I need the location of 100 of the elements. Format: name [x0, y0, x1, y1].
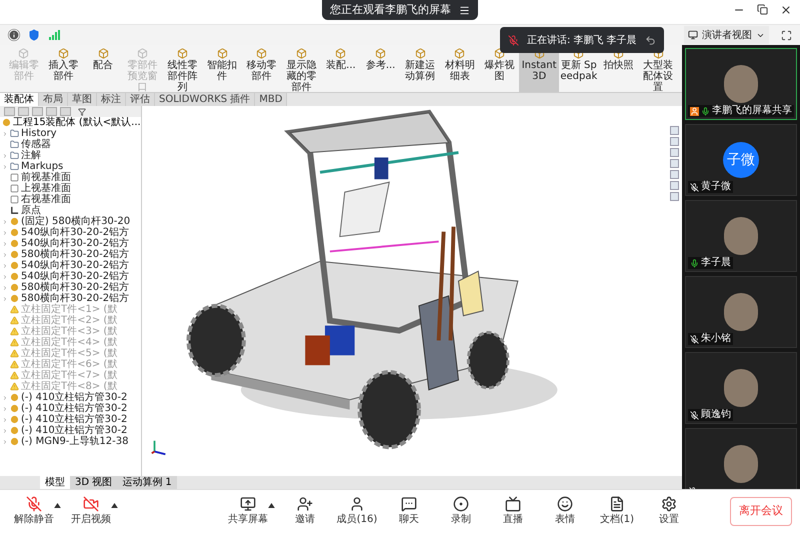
panel-tab-icon[interactable] — [60, 107, 71, 116]
tree-item[interactable]: 580横向杆30-20-2铝方 — [21, 293, 130, 304]
ribbon-tab[interactable]: 布局 — [39, 93, 68, 106]
expand-caret-icon[interactable] — [2, 274, 8, 280]
expand-caret-icon[interactable] — [2, 284, 8, 290]
tree-item[interactable]: 540纵向杆30-20-2铝方 — [21, 238, 130, 249]
expand-caret-icon[interactable] — [2, 230, 8, 236]
expand-caret-icon[interactable] — [2, 438, 8, 444]
toolbar-button[interactable]: 直播 — [487, 496, 539, 527]
panel-tab-icon[interactable] — [4, 107, 15, 116]
ribbon-button[interactable]: 参考... — [360, 45, 400, 92]
tree-item[interactable]: 540纵向杆30-20-2铝方 — [21, 227, 130, 238]
ribbon-button[interactable]: 移动零部件 — [242, 45, 282, 92]
ribbon-button[interactable]: 插入零部件 — [44, 45, 84, 92]
tree-item[interactable]: (-) 410立柱铝方管30-2 — [21, 392, 128, 403]
tree-item[interactable]: 580横向杆30-20-2铝方 — [21, 282, 130, 293]
restore-icon[interactable] — [757, 4, 768, 15]
participant-tile[interactable]: 李鹏飞的屏幕共享 — [685, 48, 797, 120]
ribbon-button[interactable]: 大型装配体设置 — [638, 45, 678, 92]
toolbar-button[interactable]: 开启视频 — [65, 496, 117, 527]
return-icon[interactable] — [644, 34, 656, 46]
menu-icon[interactable] — [459, 4, 470, 16]
expand-caret-icon[interactable] — [2, 130, 8, 136]
participant-tile[interactable] — [685, 428, 797, 489]
tree-item[interactable]: 540纵向杆30-20-2铝方 — [21, 260, 130, 271]
tree-item[interactable]: 注解 — [21, 150, 41, 161]
tree-item[interactable]: 540纵向杆30-20-2铝方 — [21, 271, 130, 282]
tree-item[interactable]: 前视基准面 — [21, 172, 71, 183]
tree-item[interactable]: (-) 410立柱铝方管30-2 — [21, 425, 128, 436]
close-icon[interactable] — [780, 4, 792, 16]
expand-caret-icon[interactable] — [2, 262, 8, 268]
tree-item[interactable]: (-) MGN9-上导轨12-38 — [21, 436, 128, 447]
expand-caret-icon[interactable] — [2, 164, 8, 170]
tree-item[interactable]: Markups — [21, 161, 64, 172]
ribbon-tab[interactable]: 草图 — [68, 93, 97, 106]
tree-item[interactable]: (固定) 580横向杆30-20 — [21, 216, 130, 227]
ribbon-tab[interactable]: 评估 — [126, 93, 155, 106]
expand-caret-icon[interactable] — [2, 152, 8, 158]
participant-tile[interactable]: 子微 黄子微 — [685, 124, 797, 196]
toolbar-button[interactable]: 邀请 — [279, 496, 331, 527]
toolbar-button[interactable]: 设置 — [643, 496, 695, 527]
expand-caret-icon[interactable] — [2, 218, 8, 224]
signal-icon[interactable] — [48, 29, 60, 41]
leave-meeting-button[interactable]: 离开会议 — [730, 497, 792, 526]
tree-item[interactable]: 580横向杆30-20-2铝方 — [21, 249, 130, 260]
ribbon-button[interactable]: 拍快照 — [598, 45, 638, 92]
fullscreen-icon[interactable] — [781, 30, 792, 40]
ribbon-tab[interactable]: SOLIDWORKS 插件 — [155, 93, 256, 106]
expand-caret-icon[interactable] — [2, 416, 8, 422]
model-tab[interactable]: 3D 视图 — [70, 476, 118, 489]
ribbon-tab[interactable]: MBD — [255, 93, 288, 106]
tree-root[interactable]: 工程15装配体 (默认<默认... — [13, 117, 141, 128]
ribbon-button[interactable]: 爆炸视图 — [480, 45, 520, 92]
avatar-placeholder — [724, 65, 758, 103]
expand-caret-icon[interactable] — [2, 406, 8, 412]
ribbon-button[interactable]: 新建运动算例 — [400, 45, 440, 92]
smile-icon — [557, 496, 573, 512]
toolbar-button[interactable]: 聊天 — [383, 496, 435, 527]
ribbon-button[interactable]: 智能扣件 — [202, 45, 242, 92]
caret-icon[interactable] — [111, 503, 118, 508]
ribbon-tab[interactable]: 标注 — [97, 93, 126, 106]
shield-icon[interactable] — [28, 29, 40, 41]
participant-tile[interactable]: 朱小铭 — [685, 276, 797, 348]
tree-item[interactable]: 传感器 — [21, 139, 51, 150]
panel-tab-icon[interactable] — [32, 107, 43, 116]
caret-icon[interactable] — [54, 503, 61, 508]
caret-icon[interactable] — [268, 503, 275, 508]
tree-item[interactable]: (-) 410立柱铝方管30-2 — [21, 414, 128, 425]
expand-caret-icon[interactable] — [2, 394, 8, 400]
panel-tab-icon[interactable] — [18, 107, 29, 116]
toolbar-button[interactable]: 表情 — [539, 496, 591, 527]
expand-caret-icon[interactable] — [2, 428, 8, 434]
toolbar-button[interactable]: 录制 — [435, 496, 487, 527]
participant-tile[interactable]: 顾逸钧 — [685, 352, 797, 424]
participant-tile[interactable]: 李子晨 — [685, 200, 797, 272]
filter-icon[interactable] — [78, 108, 86, 116]
info-icon[interactable] — [8, 29, 20, 41]
tree-item[interactable]: 右视基准面 — [21, 194, 71, 205]
expand-caret-icon[interactable] — [2, 296, 8, 302]
tree-item[interactable]: History — [21, 128, 57, 139]
ribbon-button[interactable]: 显示隐藏的零部件 — [281, 45, 322, 92]
ribbon-tab[interactable]: 装配体 — [0, 93, 39, 106]
model-tab[interactable]: 运动算例 1 — [117, 476, 177, 489]
model-tab[interactable]: 模型 — [40, 476, 70, 489]
toolbar-button[interactable]: 成员(16) — [331, 496, 383, 527]
tree-item[interactable]: (-) 410立柱铝方管30-2 — [21, 403, 128, 414]
ribbon-button[interactable]: 更新 Speedpak — [558, 45, 599, 92]
tree-item[interactable]: 上视基准面 — [21, 183, 71, 194]
toolbar-button[interactable]: 共享屏幕 — [222, 496, 274, 527]
toolbar-button[interactable]: 解除静音 — [8, 496, 60, 527]
tree-item[interactable]: 原点 — [21, 205, 41, 216]
ribbon-button[interactable]: 线性零部件阵列 — [162, 45, 202, 92]
expand-caret-icon[interactable] — [2, 240, 8, 246]
panel-tab-icon[interactable] — [46, 107, 57, 116]
ribbon-button[interactable]: 配合 — [83, 45, 123, 92]
ribbon-button[interactable]: 材料明细表 — [440, 45, 480, 92]
presenter-view-button[interactable]: 演讲者视图 — [684, 26, 769, 44]
ribbon-button[interactable]: 装配... — [321, 45, 361, 92]
expand-caret-icon[interactable] — [2, 252, 8, 258]
toolbar-button[interactable]: 文档(1) — [591, 496, 643, 527]
